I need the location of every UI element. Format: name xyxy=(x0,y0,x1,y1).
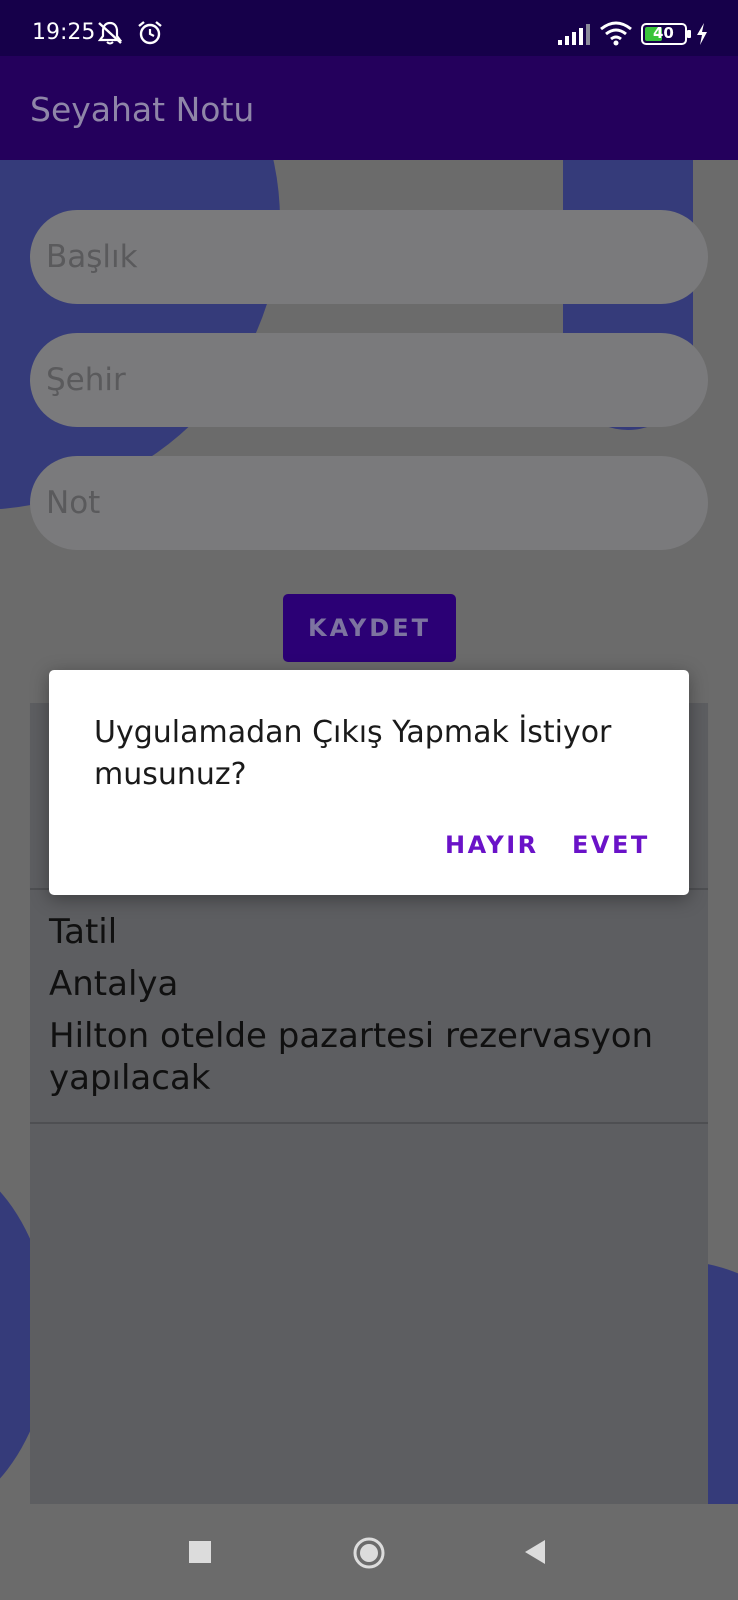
charging-icon xyxy=(696,22,708,51)
dialog-message-line1: Uygulamadan Çıkış Yapmak İstiyor xyxy=(94,715,612,750)
app-bar: Seyahat Notu xyxy=(0,56,738,160)
alarm-icon xyxy=(136,20,164,51)
title-input[interactable] xyxy=(30,210,708,304)
back-icon[interactable] xyxy=(523,1538,547,1571)
save-button[interactable]: KAYDET xyxy=(283,594,456,662)
list-item[interactable]: Tatil Antalya Hilton otelde pazartesi re… xyxy=(30,888,708,1124)
home-icon[interactable] xyxy=(352,1536,386,1575)
yes-button[interactable]: EVET xyxy=(572,825,650,865)
exit-confirmation-dialog: Uygulamadan Çıkış Yapmak İstiyor musunuz… xyxy=(49,670,689,895)
note-text-line2: yapılacak xyxy=(49,1058,211,1098)
battery-level: 40 xyxy=(653,24,674,42)
note-title: Tatil xyxy=(49,912,118,952)
city-field[interactable] xyxy=(30,333,708,427)
recents-icon[interactable] xyxy=(188,1540,212,1569)
muted-notifications-icon xyxy=(96,20,124,51)
city-input[interactable] xyxy=(30,333,708,427)
status-time: 19:25 xyxy=(32,20,96,45)
app-title: Seyahat Notu xyxy=(30,90,255,129)
title-field[interactable] xyxy=(30,210,708,304)
wifi-icon xyxy=(599,20,633,51)
signal-icon xyxy=(557,22,591,51)
note-city: Antalya xyxy=(49,964,179,1004)
note-text-line1: Hilton otelde pazartesi rezervasyon xyxy=(49,1016,654,1056)
battery-icon: 40 xyxy=(641,22,693,51)
status-bar: 19:25 40 xyxy=(0,0,738,56)
note-input[interactable] xyxy=(30,456,708,550)
navigation-bar xyxy=(0,1504,738,1600)
dialog-message-line2: musunuz? xyxy=(94,757,247,792)
dialog-message: Uygulamadan Çıkış Yapmak İstiyor musunuz… xyxy=(94,712,654,796)
no-button[interactable]: HAYIR xyxy=(445,825,539,865)
note-field[interactable] xyxy=(30,456,708,550)
